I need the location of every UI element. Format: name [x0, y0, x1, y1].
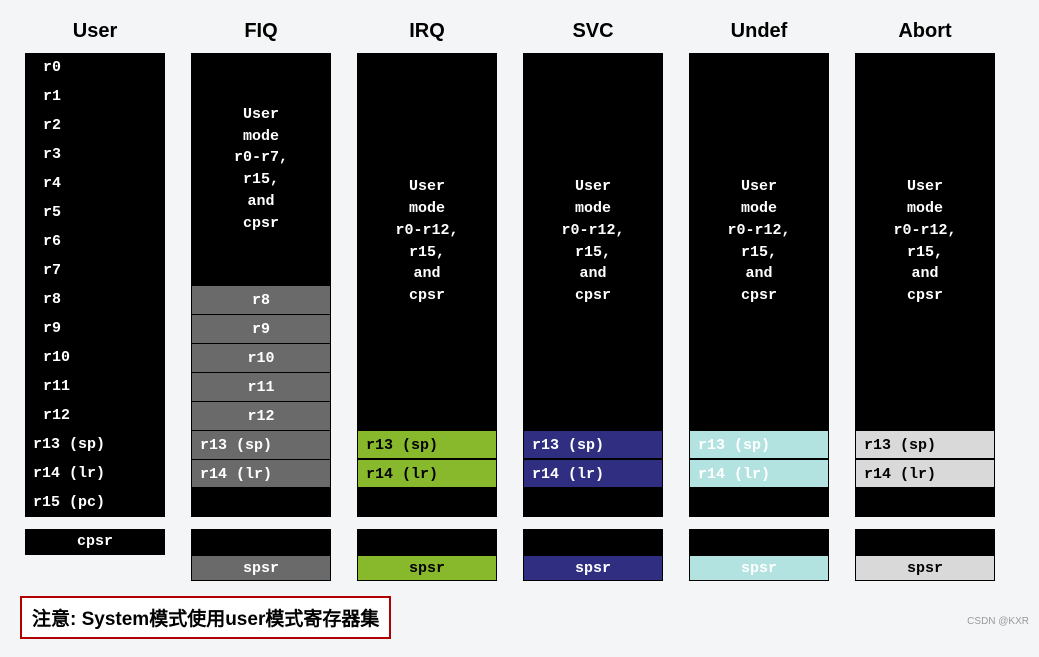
reg-r15: r15 (pc): [25, 488, 165, 517]
reg-r12: r12: [25, 401, 165, 430]
svc-shared: User mode r0-r12, r15, and cpsr: [523, 53, 663, 430]
txt: and: [413, 263, 440, 285]
abort-spsr: spsr: [855, 555, 995, 581]
txt: and: [579, 263, 606, 285]
undef-spsr: spsr: [689, 555, 829, 581]
abort-r14: r14 (lr): [855, 459, 995, 488]
fiq-r8: r8: [191, 285, 331, 314]
reg-r10: r10: [25, 343, 165, 372]
txt: mode: [575, 198, 611, 220]
fiq-r12: r12: [191, 401, 331, 430]
col-header-abort: Abort: [898, 20, 951, 43]
abort-cpsr-slot: [855, 529, 995, 555]
txt: mode: [409, 198, 445, 220]
reg-r7: r7: [25, 256, 165, 285]
reg-r9: r9: [25, 314, 165, 343]
irq-r14: r14 (lr): [357, 459, 497, 488]
txt: cpsr: [741, 285, 777, 307]
fiq-cpsr-slot: [191, 529, 331, 555]
txt: r0-r7,: [234, 147, 288, 169]
watermark: CSDN @KXR: [967, 616, 1029, 627]
col-undef: Undef User mode r0-r12, r15, and cpsr r1…: [689, 20, 829, 581]
undef-r14: r14 (lr): [689, 459, 829, 488]
reg-r0: r0: [25, 53, 165, 82]
col-header-fiq: FIQ: [244, 20, 277, 43]
txt: User: [907, 176, 943, 198]
col-header-undef: Undef: [731, 20, 788, 43]
register-diagram: User r0 r1 r2 r3 r4 r5 r6 r7 r8 r9 r10 r…: [0, 0, 1039, 581]
irq-spsr: spsr: [357, 555, 497, 581]
svc-spsr: spsr: [523, 555, 663, 581]
col-fiq: FIQ User mode r0-r7, r15, and cpsr r8 r9…: [191, 20, 331, 581]
txt: and: [745, 263, 772, 285]
undef-cpsr-slot: [689, 529, 829, 555]
svc-r14: r14 (lr): [523, 459, 663, 488]
txt: r15,: [907, 242, 943, 264]
reg-r6: r6: [25, 227, 165, 256]
txt: cpsr: [409, 285, 445, 307]
txt: cpsr: [243, 213, 279, 235]
txt: r15,: [741, 242, 777, 264]
col-abort: Abort User mode r0-r12, r15, and cpsr r1…: [855, 20, 995, 581]
txt: User: [741, 176, 777, 198]
reg-r1: r1: [25, 82, 165, 111]
txt: r0-r12,: [727, 220, 790, 242]
txt: r15,: [243, 169, 279, 191]
txt: r15,: [575, 242, 611, 264]
txt: and: [247, 191, 274, 213]
undef-shared: User mode r0-r12, r15, and cpsr: [689, 53, 829, 430]
reg-r14: r14 (lr): [25, 459, 165, 488]
reg-r11: r11: [25, 372, 165, 401]
irq-r13: r13 (sp): [357, 430, 497, 459]
txt: cpsr: [907, 285, 943, 307]
txt: User: [243, 104, 279, 126]
note-box: 注意: System模式使用user模式寄存器集: [20, 596, 391, 639]
fiq-r9: r9: [191, 314, 331, 343]
reg-r3: r3: [25, 140, 165, 169]
txt: mode: [907, 198, 943, 220]
txt: r0-r12,: [395, 220, 458, 242]
user-registers: r0 r1 r2 r3 r4 r5 r6 r7 r8 r9 r10 r11 r1…: [25, 53, 165, 517]
abort-r13: r13 (sp): [855, 430, 995, 459]
fiq-shared: User mode r0-r7, r15, and cpsr: [191, 53, 331, 285]
reg-r2: r2: [25, 111, 165, 140]
col-header-svc: SVC: [572, 20, 613, 43]
col-irq: IRQ User mode r0-r12, r15, and cpsr r13 …: [357, 20, 497, 581]
svc-r13: r13 (sp): [523, 430, 663, 459]
fiq-spsr: spsr: [191, 555, 331, 581]
undef-r13: r13 (sp): [689, 430, 829, 459]
txt: mode: [741, 198, 777, 220]
col-svc: SVC User mode r0-r12, r15, and cpsr r13 …: [523, 20, 663, 581]
fiq-r10: r10: [191, 343, 331, 372]
txt: User: [409, 176, 445, 198]
svc-r15-slot: [523, 488, 663, 517]
fiq-r13: r13 (sp): [191, 430, 331, 459]
reg-r5: r5: [25, 198, 165, 227]
undef-r15-slot: [689, 488, 829, 517]
txt: User: [575, 176, 611, 198]
fiq-r15-slot: [191, 488, 331, 517]
fiq-r11: r11: [191, 372, 331, 401]
txt: and: [911, 263, 938, 285]
txt: r0-r12,: [893, 220, 956, 242]
irq-r15-slot: [357, 488, 497, 517]
col-header-irq: IRQ: [409, 20, 445, 43]
txt: cpsr: [575, 285, 611, 307]
reg-r8: r8: [25, 285, 165, 314]
irq-shared: User mode r0-r12, r15, and cpsr: [357, 53, 497, 430]
reg-r13: r13 (sp): [25, 430, 165, 459]
abort-r15-slot: [855, 488, 995, 517]
txt: r15,: [409, 242, 445, 264]
irq-cpsr-slot: [357, 529, 497, 555]
fiq-r14: r14 (lr): [191, 459, 331, 488]
reg-r4: r4: [25, 169, 165, 198]
col-header-user: User: [73, 20, 117, 43]
svc-cpsr-slot: [523, 529, 663, 555]
abort-shared: User mode r0-r12, r15, and cpsr: [855, 53, 995, 430]
txt: mode: [243, 126, 279, 148]
col-user: User r0 r1 r2 r3 r4 r5 r6 r7 r8 r9 r10 r…: [25, 20, 165, 581]
txt: r0-r12,: [561, 220, 624, 242]
user-cpsr: cpsr: [25, 529, 165, 555]
